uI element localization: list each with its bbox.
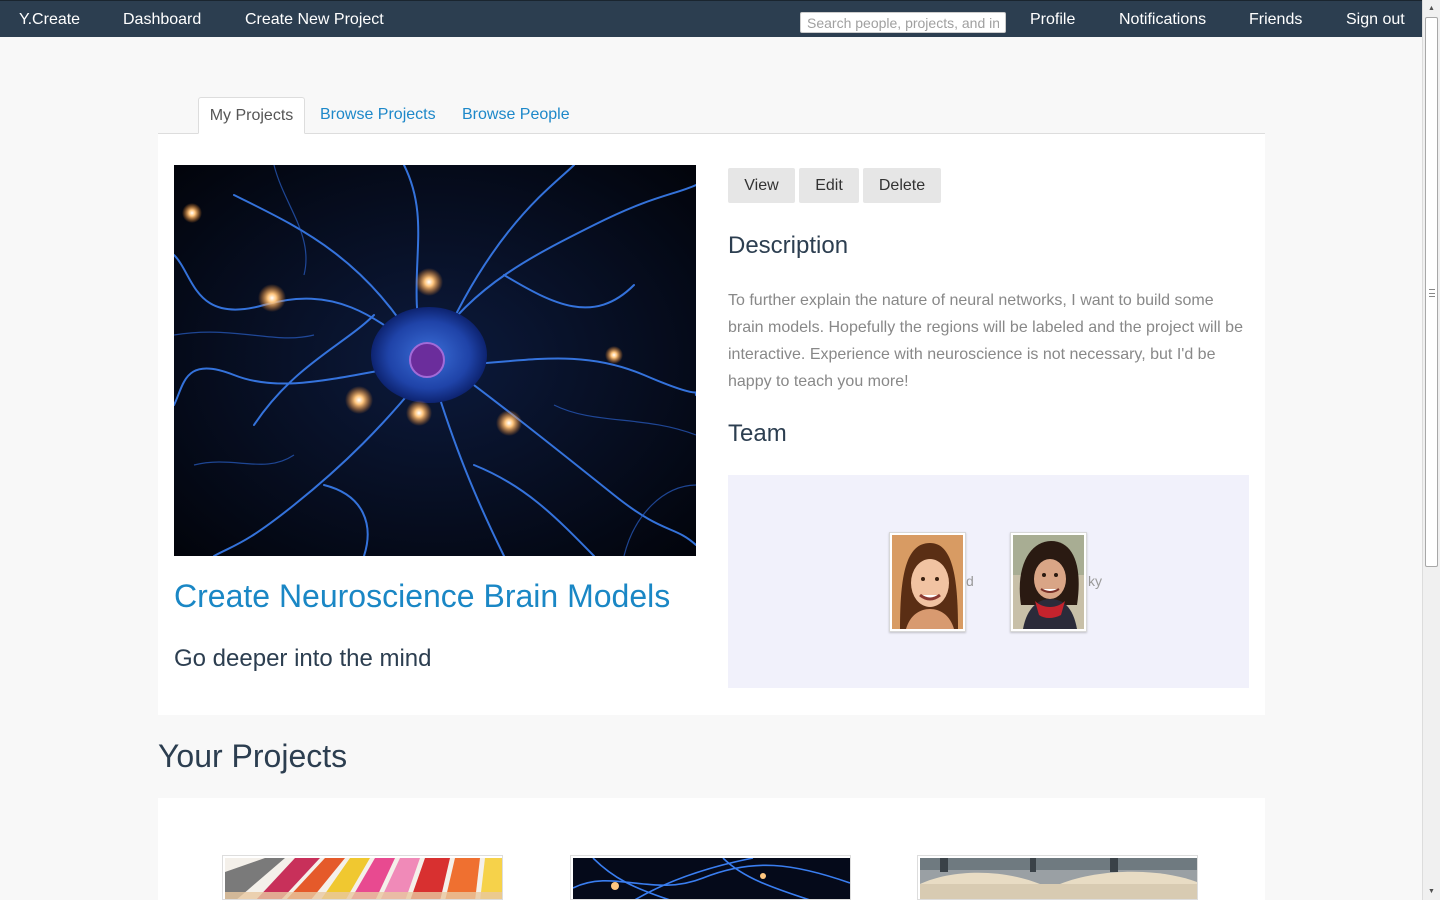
grip-icon xyxy=(1429,289,1435,297)
scroll-down-icon[interactable]: ▼ xyxy=(1423,883,1440,900)
tab-browse-projects[interactable]: Browse Projects xyxy=(320,97,436,134)
team-heading: Team xyxy=(728,420,787,447)
nav-sign-out[interactable]: Sign out xyxy=(1346,1,1405,38)
nav-dashboard[interactable]: Dashboard xyxy=(123,1,201,38)
neuron-image xyxy=(174,165,696,556)
delete-button[interactable]: Delete xyxy=(863,168,941,203)
description-heading: Description xyxy=(728,232,849,259)
street-umbrellas-image xyxy=(920,858,1197,899)
team-member-name: d xyxy=(966,573,974,589)
scrollbar-thumb[interactable] xyxy=(1425,17,1438,567)
nav-friends[interactable]: Friends xyxy=(1249,1,1302,38)
team-member-name: ky xyxy=(1088,573,1102,589)
project-thumbnail[interactable] xyxy=(917,855,1198,900)
tab-browse-people[interactable]: Browse People xyxy=(462,97,570,134)
project-thumbnail[interactable] xyxy=(570,855,851,900)
project-title-link[interactable]: Create Neuroscience Brain Models xyxy=(174,578,670,615)
project-image[interactable] xyxy=(174,165,696,556)
team-member-photo xyxy=(1013,535,1084,629)
project-subtitle: Go deeper into the mind xyxy=(174,645,432,672)
search-input[interactable] xyxy=(800,12,1006,33)
scroll-up-icon[interactable]: ▲ xyxy=(1423,0,1440,17)
page-scrollbar[interactable]: ▲ ▼ xyxy=(1422,0,1440,900)
colored-pencils-image xyxy=(225,858,502,899)
avatar[interactable] xyxy=(1010,532,1087,632)
nav-create-project[interactable]: Create New Project xyxy=(245,1,384,38)
your-projects-heading: Your Projects xyxy=(158,738,348,774)
nav-notifications[interactable]: Notifications xyxy=(1119,1,1206,38)
neuron-thumbnail-image xyxy=(572,857,850,899)
tab-my-projects[interactable]: My Projects xyxy=(198,97,305,134)
edit-button[interactable]: Edit xyxy=(799,168,859,203)
nav-profile[interactable]: Profile xyxy=(1030,1,1075,38)
view-button[interactable]: View xyxy=(728,168,795,203)
avatar[interactable] xyxy=(889,532,966,632)
team-member-photo xyxy=(892,535,963,629)
project-thumbnail[interactable] xyxy=(222,855,503,900)
team-panel xyxy=(728,475,1249,688)
top-navbar: Y.Create Dashboard Create New Project Pr… xyxy=(0,0,1422,37)
project-description: To further explain the nature of neural … xyxy=(728,292,1243,390)
brand-link[interactable]: Y.Create xyxy=(19,1,80,38)
